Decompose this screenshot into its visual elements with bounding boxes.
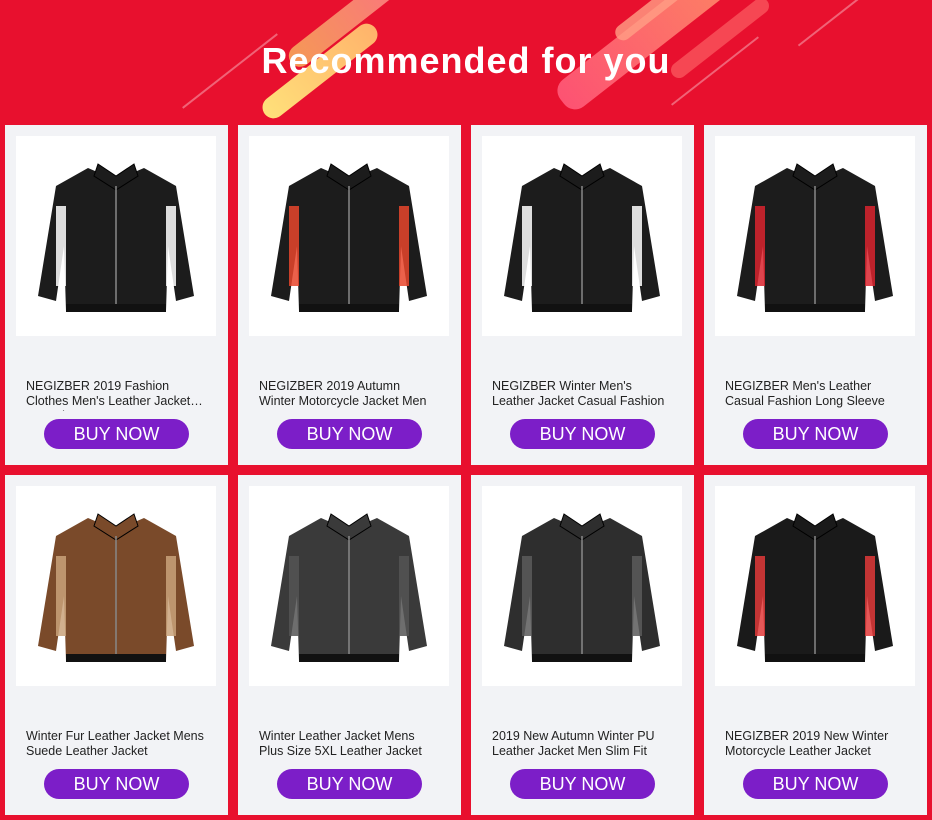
buy-now-button[interactable]: BUY NOW: [277, 419, 422, 449]
product-grid: NEGIZBER 2019 Fashion Clothes Men's Leat…: [5, 125, 927, 820]
product-name[interactable]: NEGIZBER 2019 New Winter Motorcycle Leat…: [725, 729, 905, 761]
product-image[interactable]: [16, 136, 216, 336]
product-name[interactable]: NEGIZBER 2019 Autumn Winter Motorcycle J…: [259, 379, 439, 411]
product-name[interactable]: Winter Leather Jacket Mens Plus Size 5XL…: [259, 729, 439, 761]
product-image[interactable]: [482, 136, 682, 336]
buy-now-button[interactable]: BUY NOW: [510, 419, 655, 449]
product-name[interactable]: 2019 New Autumn Winter PU Leather Jacket…: [492, 729, 672, 761]
product-image[interactable]: [715, 486, 915, 686]
product-name[interactable]: NEGIZBER 2019 Fashion Clothes Men's Leat…: [26, 379, 206, 411]
jacket-icon: [38, 513, 194, 662]
product-card[interactable]: NEGIZBER 2019 New Winter Motorcycle Leat…: [704, 475, 927, 815]
product-image[interactable]: [715, 136, 915, 336]
buy-now-button[interactable]: BUY NOW: [44, 419, 189, 449]
buy-now-button[interactable]: BUY NOW: [44, 769, 189, 799]
buy-now-button[interactable]: BUY NOW: [743, 419, 888, 449]
product-card[interactable]: NEGIZBER 2019 Fashion Clothes Men's Leat…: [5, 125, 228, 465]
product-name[interactable]: NEGIZBER Winter Men's Leather Jacket Cas…: [492, 379, 672, 411]
product-card[interactable]: Winter Fur Leather Jacket Mens Suede Lea…: [5, 475, 228, 815]
product-image[interactable]: [482, 486, 682, 686]
jacket-icon: [737, 163, 893, 312]
header-banner: Recommended for you: [0, 0, 932, 125]
product-image[interactable]: [16, 486, 216, 686]
page-title: Recommended for you: [261, 40, 671, 81]
product-name[interactable]: Winter Fur Leather Jacket Mens Suede Lea…: [26, 729, 206, 761]
product-image[interactable]: [249, 486, 449, 686]
buy-now-button[interactable]: BUY NOW: [277, 769, 422, 799]
product-card[interactable]: NEGIZBER 2019 Autumn Winter Motorcycle J…: [238, 125, 461, 465]
buy-now-button[interactable]: BUY NOW: [743, 769, 888, 799]
product-card[interactable]: NEGIZBER Winter Men's Leather Jacket Cas…: [471, 125, 694, 465]
buy-now-button[interactable]: BUY NOW: [510, 769, 655, 799]
jacket-icon: [504, 513, 660, 662]
product-image[interactable]: [249, 136, 449, 336]
product-name[interactable]: NEGIZBER Men's Leather Casual Fashion Lo…: [725, 379, 905, 411]
jacket-icon: [504, 163, 660, 312]
jacket-icon: [271, 163, 427, 312]
jacket-icon: [737, 513, 893, 662]
jacket-icon: [271, 513, 427, 662]
product-card[interactable]: Winter Leather Jacket Mens Plus Size 5XL…: [238, 475, 461, 815]
jacket-icon: [38, 163, 194, 312]
product-card[interactable]: NEGIZBER Men's Leather Casual Fashion Lo…: [704, 125, 927, 465]
product-card[interactable]: 2019 New Autumn Winter PU Leather Jacket…: [471, 475, 694, 815]
